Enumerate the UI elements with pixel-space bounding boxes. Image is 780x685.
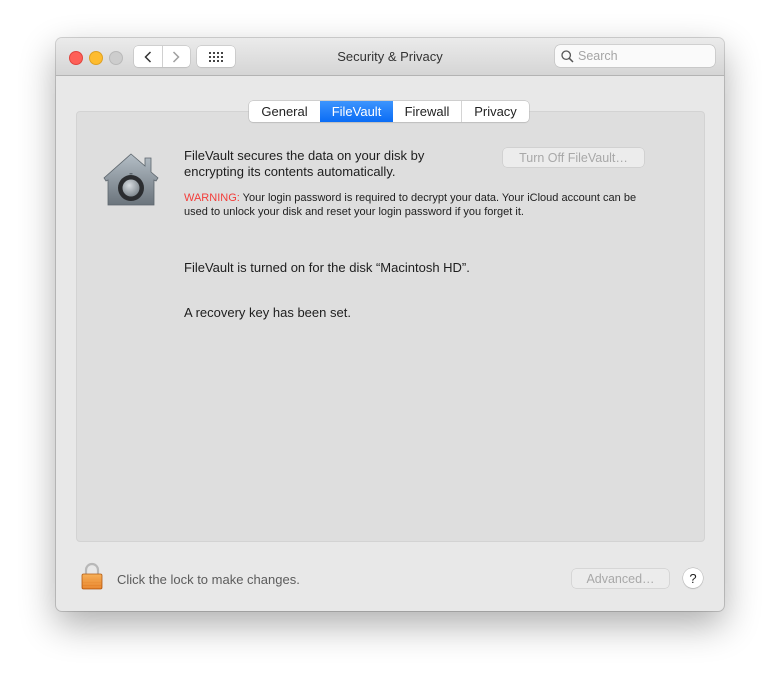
warning-text: Your login password is required to decry… xyxy=(184,192,637,218)
advanced-button[interactable]: Advanced… xyxy=(572,569,669,588)
search-input[interactable] xyxy=(578,49,708,63)
disk-status-text: FileVault is turned on for the disk “Mac… xyxy=(184,260,470,275)
filevault-house-icon xyxy=(101,151,161,214)
search-icon xyxy=(561,49,574,63)
tab-privacy[interactable]: Privacy xyxy=(461,101,529,122)
tab-general[interactable]: General xyxy=(249,101,320,122)
title-bar[interactable]: Security & Privacy xyxy=(56,38,724,76)
recovery-key-status-text: A recovery key has been set. xyxy=(184,305,351,320)
warning-label: WARNING: xyxy=(184,192,240,204)
turn-off-filevault-button[interactable]: Turn Off FileVault… xyxy=(503,148,644,167)
tab-bar: General FileVault Firewall Privacy xyxy=(249,101,529,122)
help-button[interactable]: ? xyxy=(683,568,703,588)
lock-instruction-text: Click the lock to make changes. xyxy=(117,572,300,587)
tab-firewall[interactable]: Firewall xyxy=(393,101,461,122)
filevault-description: FileVault secures the data on your disk … xyxy=(184,148,425,179)
warning-message: WARNING: Your login password is required… xyxy=(184,191,654,219)
security-privacy-window: Security & Privacy General FileVault Fir… xyxy=(56,38,724,611)
search-field[interactable] xyxy=(555,45,715,67)
tab-filevault[interactable]: FileVault xyxy=(320,101,393,122)
lock-icon[interactable] xyxy=(80,562,104,595)
